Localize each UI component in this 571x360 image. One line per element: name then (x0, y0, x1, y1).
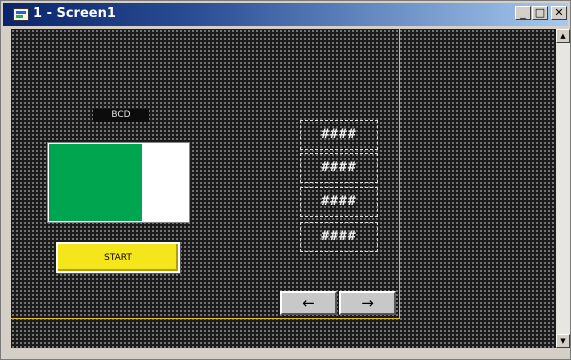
numeric-display-2[interactable]: #### (300, 153, 378, 183)
numeric-display-3[interactable]: #### (300, 187, 378, 217)
scroll-down-arrow-icon[interactable]: ▼ (556, 334, 570, 348)
horizontal-scrollbar[interactable] (11, 348, 556, 358)
numeric-display-4[interactable]: #### (300, 222, 378, 252)
app-icon (13, 8, 29, 21)
vertical-scrollbar[interactable]: ▲ ▼ (556, 29, 570, 348)
maximize-button[interactable]: □ (532, 6, 548, 20)
level-bar-graph (47, 142, 190, 223)
level-bar-fill (49, 144, 142, 221)
next-screen-button[interactable]: → (339, 291, 396, 315)
bcd-label: BCD (93, 109, 149, 122)
scroll-up-arrow-icon[interactable]: ▲ (556, 29, 570, 43)
previous-screen-button[interactable]: ← (280, 291, 337, 315)
window-title: 1 - Screen1 (33, 6, 116, 21)
close-button[interactable]: ✕ (551, 6, 567, 20)
numeric-display-1[interactable]: #### (300, 120, 378, 150)
screen-canvas: BCD START #### #### #### #### ← → (11, 29, 556, 348)
title-bar[interactable]: 1 - Screen1 _ □ ✕ (3, 3, 568, 26)
horizontal-guide-line (11, 318, 400, 319)
vertical-guide-line (399, 29, 400, 319)
minimize-button[interactable]: _ (515, 6, 531, 20)
start-button[interactable]: START (56, 242, 180, 273)
app-window: 1 - Screen1 _ □ ✕ BCD START #### #### ##… (0, 0, 571, 360)
